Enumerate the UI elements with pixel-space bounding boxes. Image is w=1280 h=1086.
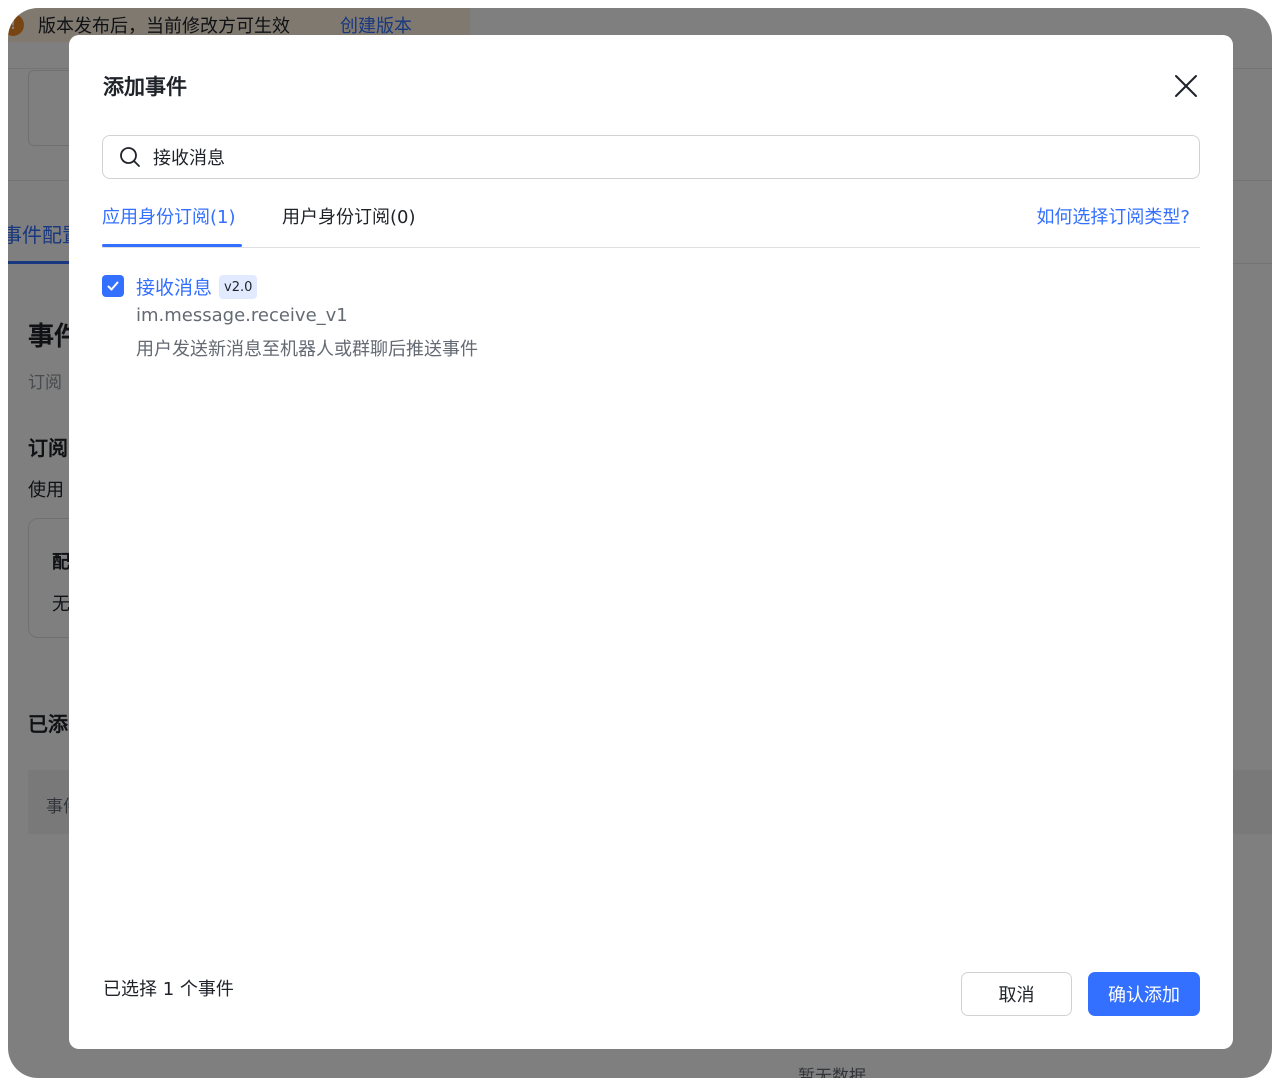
tab-app-subscription[interactable]: 应用身份订阅(1) bbox=[102, 203, 236, 229]
event-checkbox[interactable] bbox=[102, 275, 124, 297]
selected-count: 已选择 1 个事件 bbox=[103, 979, 234, 1000]
version-badge: v2.0 bbox=[219, 275, 258, 299]
tab-active-indicator bbox=[102, 244, 242, 247]
subscription-tabs: 应用身份订阅(1) 用户身份订阅(0) 如何选择订阅类型? bbox=[102, 203, 1200, 248]
tab-user-subscription[interactable]: 用户身份订阅(0) bbox=[282, 203, 416, 229]
add-event-modal: 添加事件 应用身份订阅(1) 用户身份订阅(0) 如何选择订阅类型? 接收消息 … bbox=[69, 35, 1233, 1049]
event-name[interactable]: 接收消息 bbox=[136, 273, 212, 300]
checkmark-icon bbox=[107, 281, 119, 291]
close-icon bbox=[1175, 75, 1197, 97]
search-icon bbox=[120, 147, 140, 167]
cancel-button[interactable]: 取消 bbox=[961, 972, 1072, 1016]
search-box[interactable] bbox=[102, 135, 1200, 179]
confirm-add-button[interactable]: 确认添加 bbox=[1088, 972, 1200, 1016]
search-input[interactable] bbox=[153, 146, 1153, 168]
event-key: im.message.receive_v1 bbox=[136, 305, 348, 326]
subscription-type-help-link[interactable]: 如何选择订阅类型? bbox=[1036, 203, 1190, 229]
modal-title: 添加事件 bbox=[103, 75, 187, 99]
event-description: 用户发送新消息至机器人或群聊后推送事件 bbox=[136, 339, 478, 360]
close-button[interactable] bbox=[1169, 69, 1203, 103]
